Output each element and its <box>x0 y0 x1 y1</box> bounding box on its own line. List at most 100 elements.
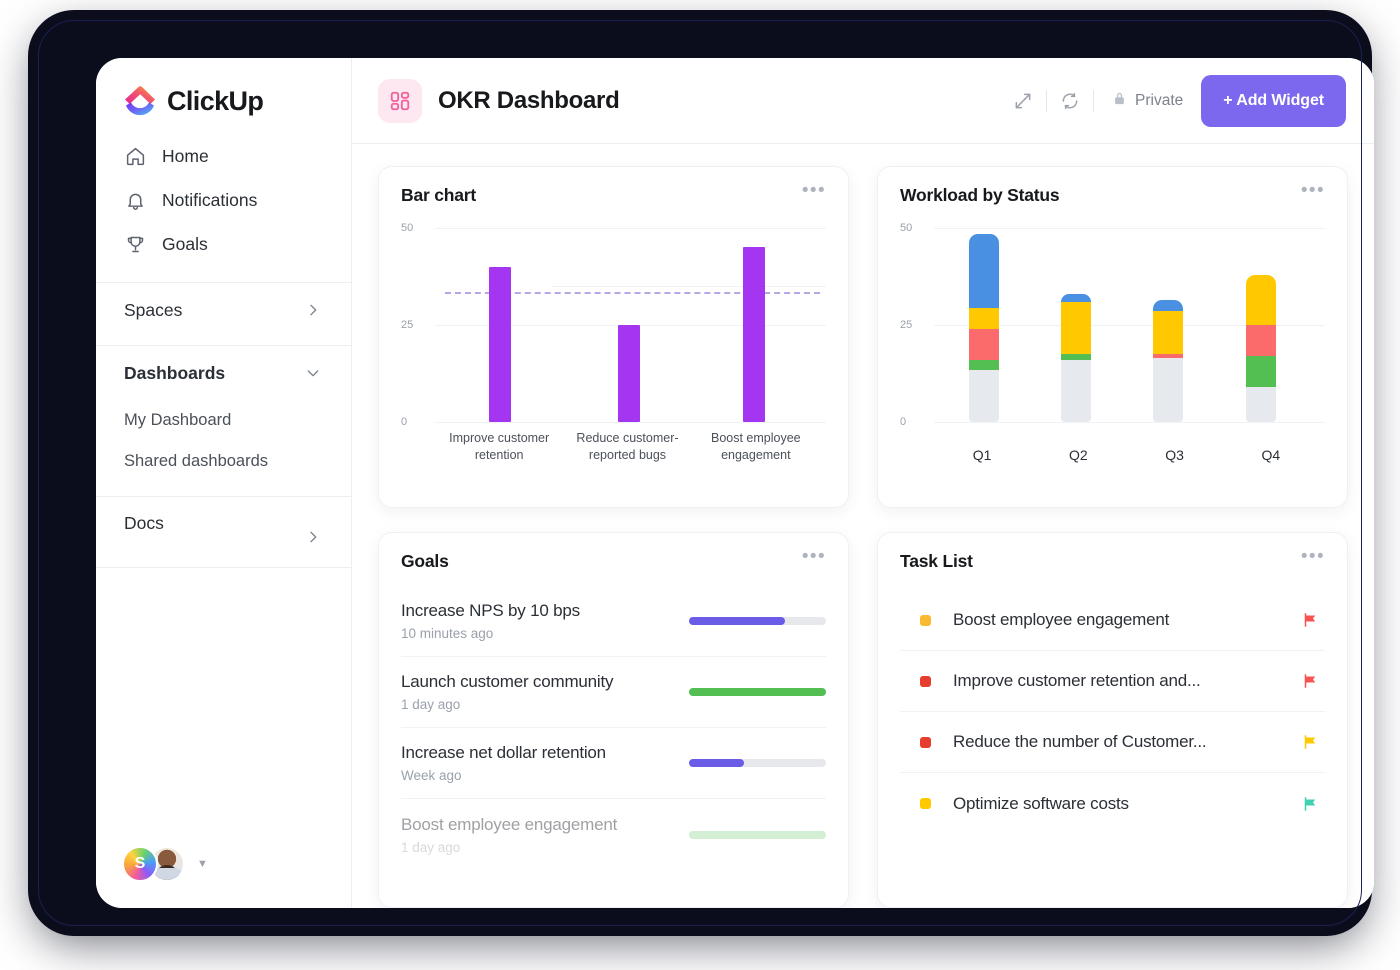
status-badge <box>920 615 931 626</box>
bar-segment-open <box>969 370 999 422</box>
task-list: Boost employee engagement Improve custom… <box>900 590 1325 834</box>
goal-timestamp: 1 day ago <box>401 840 671 855</box>
task-name: Optimize software costs <box>953 794 1129 814</box>
brand[interactable]: ClickUp <box>96 58 351 120</box>
x-tick-label: Boost employee engagement <box>692 430 820 464</box>
privacy-label: Private <box>1135 92 1183 110</box>
goal-list: Increase NPS by 10 bps 10 minutes ago La… <box>401 586 826 870</box>
workspace-avatar[interactable]: S <box>122 846 158 882</box>
expand-arrows-icon[interactable] <box>1000 78 1046 124</box>
sidebar-section-label: Spaces <box>124 300 182 321</box>
goal-progress-fill <box>689 688 826 696</box>
primary-nav: Home Notifications Goals <box>96 120 351 274</box>
widget-grid: Bar chart ••• 50 25 0 <box>352 144 1374 908</box>
task-row[interactable]: Improve customer retention and... <box>900 651 1325 712</box>
chevron-right-icon[interactable] <box>305 302 321 318</box>
refresh-icon[interactable] <box>1047 78 1093 124</box>
task-row[interactable]: Boost employee engagement <box>900 590 1325 651</box>
clickup-logo-icon <box>122 84 158 118</box>
sidebar-item-home[interactable]: Home <box>96 134 351 178</box>
bar-segment-open <box>1061 360 1091 422</box>
goal-progress-fill <box>689 759 744 767</box>
more-options-icon[interactable]: ••• <box>1301 551 1325 563</box>
stacked-bar[interactable] <box>1061 294 1091 422</box>
task-name: Boost employee engagement <box>953 610 1169 630</box>
workload-widget: Workload by Status ••• 50 25 0 <box>877 166 1348 508</box>
sidebar-item-label: Notifications <box>162 190 257 211</box>
more-options-icon[interactable]: ••• <box>1301 185 1325 197</box>
bar[interactable] <box>489 267 511 422</box>
page-title: OKR Dashboard <box>438 87 619 115</box>
bar-segment-in-progress <box>969 360 999 370</box>
task-name: Reduce the number of Customer... <box>953 732 1206 752</box>
sidebar-section-label: Docs <box>124 513 164 534</box>
flag-icon[interactable] <box>1301 672 1319 690</box>
task-list-widget: Task List ••• Boost employee engagement <box>877 532 1348 908</box>
goal-row[interactable]: Boost employee engagement 1 day ago <box>401 799 826 870</box>
topbar: OKR Dashboard Private <box>352 58 1374 144</box>
brand-name: ClickUp <box>167 86 263 117</box>
task-row[interactable]: Reduce the number of Customer... <box>900 712 1325 773</box>
bar[interactable] <box>618 325 640 422</box>
bar[interactable] <box>743 247 765 422</box>
stacked-bar[interactable] <box>1153 300 1183 422</box>
stacked-bar[interactable] <box>1246 275 1276 422</box>
flag-icon[interactable] <box>1301 733 1319 751</box>
y-tick-label: 25 <box>900 319 912 331</box>
goal-text: Boost employee engagement 1 day ago <box>401 815 671 855</box>
x-tick-label: Q4 <box>1223 447 1319 464</box>
sidebar-item-notifications[interactable]: Notifications <box>96 178 351 222</box>
bar-segment-ready <box>1061 302 1091 354</box>
widget-title: Goals <box>401 551 449 572</box>
goal-progress-fill <box>689 831 826 839</box>
plot-area <box>934 228 1319 422</box>
widget-title: Task List <box>900 551 973 572</box>
more-options-icon[interactable]: ••• <box>802 551 826 563</box>
trophy-icon <box>124 233 146 255</box>
bar-segment-ready <box>1153 311 1183 354</box>
y-tick-label: 50 <box>401 222 413 234</box>
goal-text: Increase NPS by 10 bps 10 minutes ago <box>401 601 671 641</box>
sidebar-section-spaces[interactable]: Spaces <box>96 283 351 337</box>
caret-down-icon[interactable]: ▼ <box>197 858 208 870</box>
x-tick-label: Q2 <box>1030 447 1126 464</box>
y-tick-label: 0 <box>401 416 407 428</box>
more-options-icon[interactable]: ••• <box>802 185 826 197</box>
user-menu[interactable]: S ▼ <box>122 846 208 882</box>
goal-timestamp: Week ago <box>401 768 671 783</box>
sidebar-section-docs[interactable]: Docs <box>96 497 351 559</box>
sidebar-section-dashboards[interactable]: Dashboards <box>96 346 351 400</box>
x-tick-label: Improve customer retention <box>435 430 563 464</box>
bell-icon <box>124 189 146 211</box>
stacked-bar[interactable] <box>969 234 999 422</box>
chevron-down-icon[interactable] <box>305 365 321 381</box>
task-row[interactable]: Optimize software costs <box>900 773 1325 834</box>
goal-progress-track <box>689 759 826 767</box>
sidebar-item-label: Goals <box>162 234 208 255</box>
flag-icon[interactable] <box>1301 795 1319 813</box>
sidebar-item-my-dashboard[interactable]: My Dashboard <box>96 400 351 441</box>
add-widget-button[interactable]: + Add Widget <box>1201 75 1346 127</box>
sidebar: ClickUp Home Notifications <box>96 58 352 908</box>
goal-row[interactable]: Increase NPS by 10 bps 10 minutes ago <box>401 586 826 657</box>
goal-row[interactable]: Increase net dollar retention Week ago <box>401 728 826 799</box>
flag-icon[interactable] <box>1301 611 1319 629</box>
status-badge <box>920 737 931 748</box>
widget-header: Task List ••• <box>900 551 1325 572</box>
privacy-status[interactable]: Private <box>1112 91 1183 111</box>
goal-row[interactable]: Launch customer community 1 day ago <box>401 657 826 728</box>
goal-name: Launch customer community <box>401 672 671 692</box>
goals-widget: Goals ••• Increase NPS by 10 bps 10 minu… <box>378 532 849 908</box>
bar-chart-widget: Bar chart ••• 50 25 0 <box>378 166 849 508</box>
gridline <box>934 422 1325 423</box>
bar-segment-open <box>1246 387 1276 422</box>
chevron-right-icon[interactable] <box>305 529 321 545</box>
widget-header: Bar chart ••• <box>401 185 826 206</box>
sidebar-item-goals[interactable]: Goals <box>96 222 351 266</box>
goal-progress-track <box>689 617 826 625</box>
sidebar-item-shared-dashboards[interactable]: Shared dashboards <box>96 441 351 482</box>
bar-segment-closed <box>1153 300 1183 312</box>
sidebar-section-label: Dashboards <box>124 363 225 384</box>
x-tick-label: Q1 <box>934 447 1030 464</box>
y-tick-label: 25 <box>401 319 413 331</box>
